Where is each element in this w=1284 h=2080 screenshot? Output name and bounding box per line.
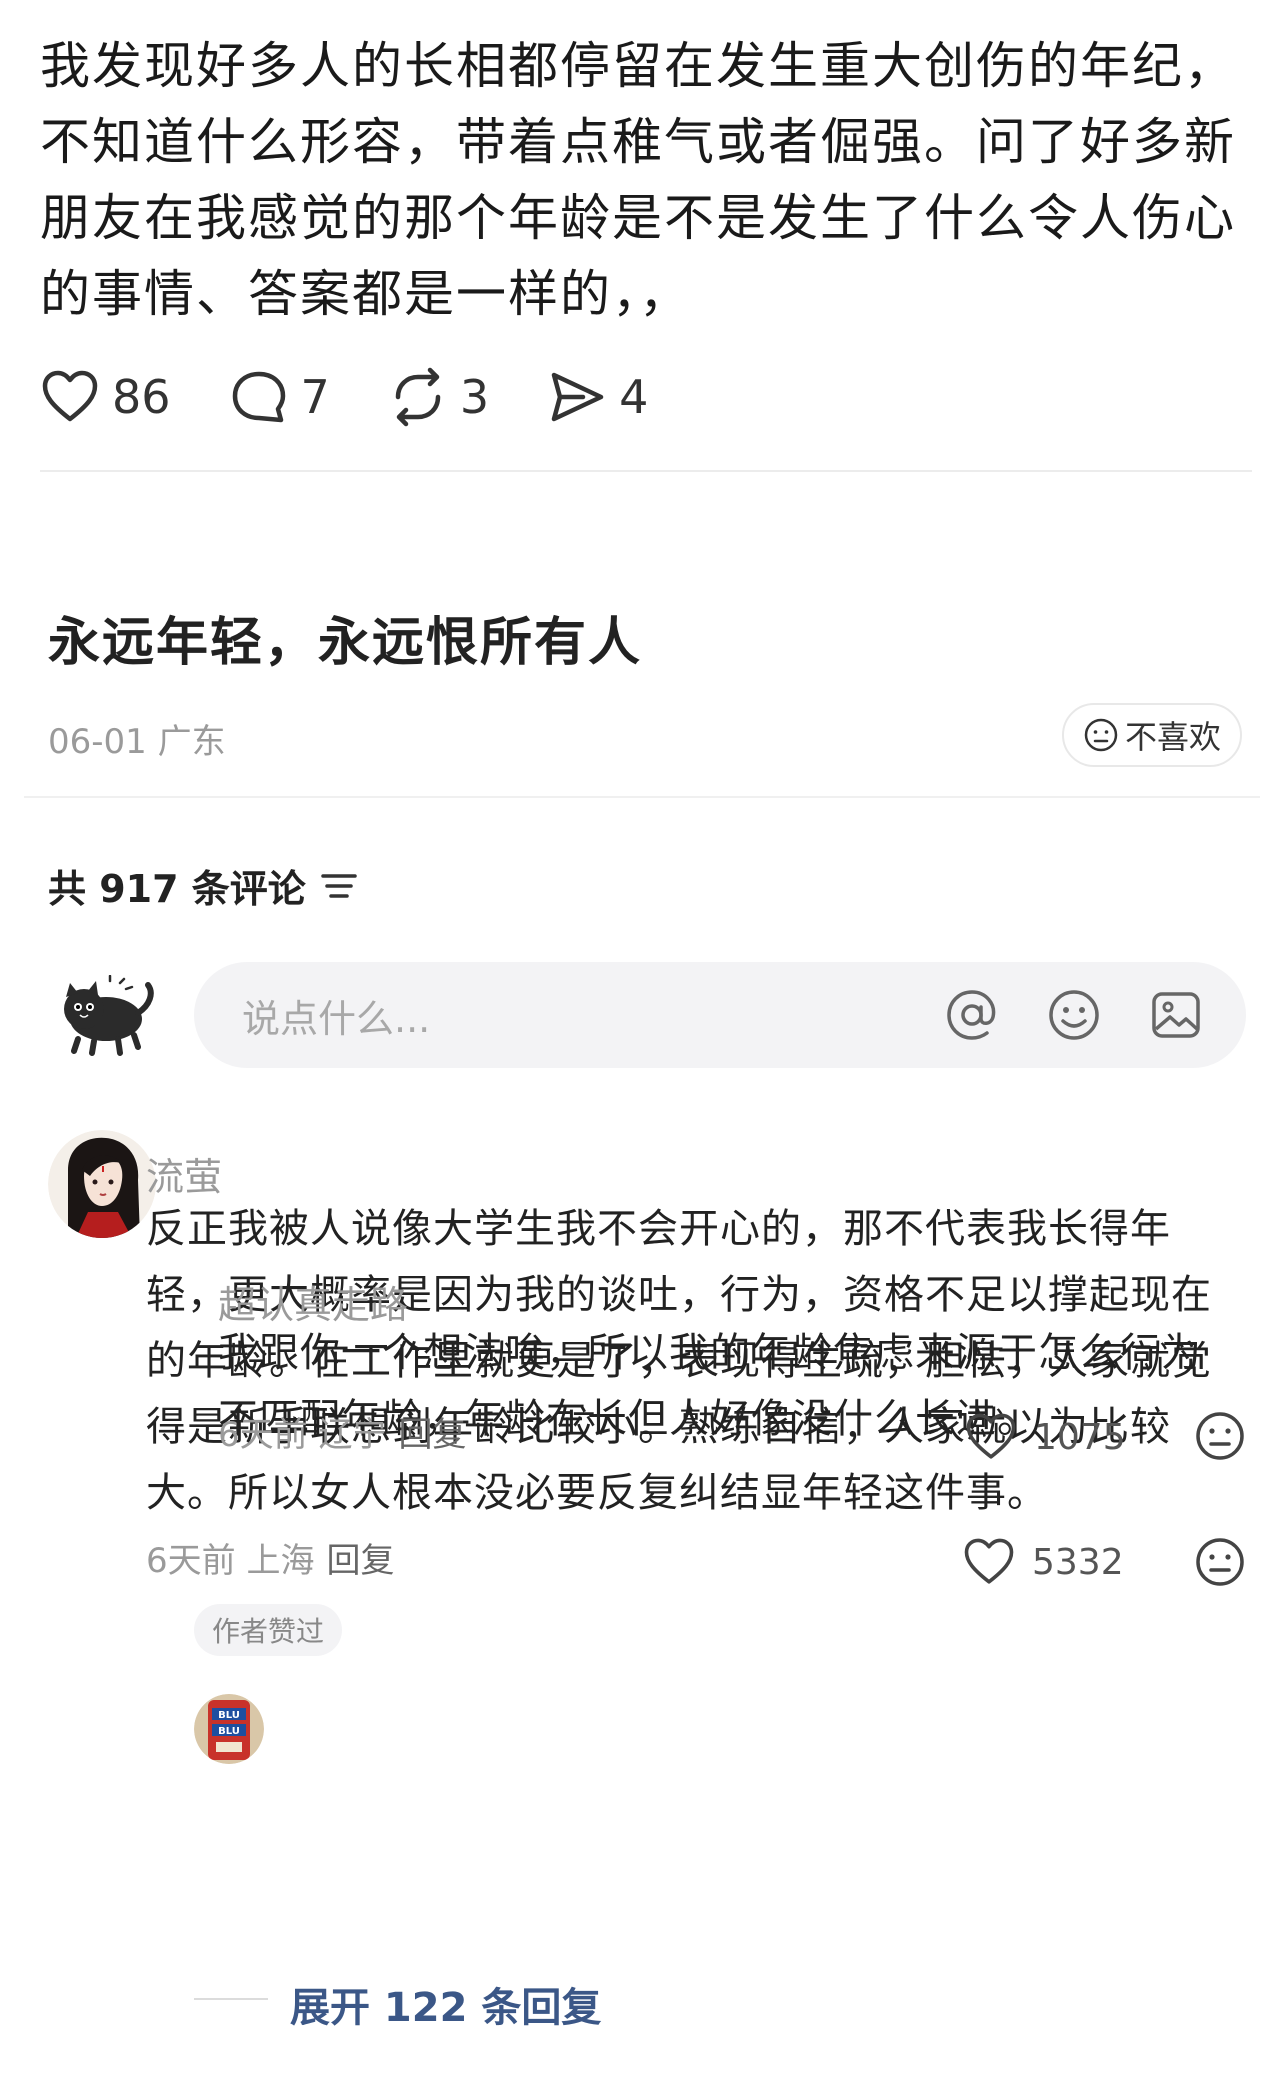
heart-icon (964, 1538, 1014, 1584)
my-avatar (50, 974, 156, 1057)
like-button[interactable]: 86 (40, 367, 171, 427)
reply-avatar[interactable]: BLU BLU (194, 1694, 264, 1764)
reply-button[interactable]: 回复 (326, 1541, 394, 1581)
author-liked-badge: 作者赞过 (194, 1604, 343, 1656)
comment-avatar[interactable] (48, 1130, 156, 1238)
comment-button[interactable]: 7 (229, 367, 330, 427)
share-icon (551, 372, 604, 422)
share-button[interactable]: 4 (547, 367, 648, 427)
expand-replies-button[interactable]: 展开 122 条回复 (290, 1975, 601, 2033)
post-text: 我发现好多人的长相都停留在发生重大创伤的年纪，不知道什么形容，带着点稚气或者倔强… (40, 37, 1236, 323)
reply-like-count: 1075 (1034, 1416, 1126, 1458)
comment-input-placeholder: 说点什么... (242, 996, 431, 1041)
emoji-icon[interactable] (1044, 985, 1104, 1045)
share-count: 4 (619, 370, 649, 424)
repost-icon (395, 367, 441, 427)
article-title: 永远年轻，永远恨所有人 (48, 613, 643, 673)
comments-count-label: 共 917 条评论 (48, 867, 306, 911)
comments-sort-toggle[interactable]: 共 917 条评论 (48, 858, 358, 913)
neutral-face-icon[interactable] (1194, 1536, 1246, 1588)
article-meta: 06-01 广东 (48, 722, 226, 762)
reply-meta: 6天前 辽宁 回复 (218, 1407, 466, 1456)
post-actions: 86 7 3 4 (40, 362, 706, 432)
svg-text:BLU: BLU (218, 1710, 240, 1721)
dislike-button[interactable]: 不喜欢 (1062, 703, 1242, 767)
divider (40, 470, 1252, 472)
comment-count: 7 (300, 370, 330, 424)
heart-icon (966, 1413, 1016, 1459)
repost-count: 3 (459, 370, 490, 424)
svg-text:BLU: BLU (218, 1726, 240, 1737)
comment-username[interactable]: 流萤 (146, 1146, 222, 1201)
comment-like-count: 5332 (1032, 1541, 1124, 1583)
at-icon[interactable] (942, 985, 1002, 1045)
comment-icon (232, 371, 285, 423)
reply-like-button[interactable]: 1075 (964, 1410, 1126, 1464)
reply-button[interactable]: 回复 (398, 1415, 466, 1455)
like-count: 86 (112, 370, 171, 424)
neutral-face-icon[interactable] (1194, 1410, 1246, 1462)
image-icon[interactable] (1146, 985, 1206, 1045)
filter-icon (321, 873, 357, 898)
expand-divider (194, 1998, 268, 2000)
comment-like-button[interactable]: 5332 (962, 1535, 1124, 1589)
repost-button[interactable]: 3 (388, 367, 489, 427)
comment-time-location: 6天前 上海 (146, 1541, 315, 1581)
dislike-label: 不喜欢 (1124, 718, 1221, 756)
comment-meta: 6天前 上海 回复 (146, 1533, 394, 1582)
neutral-face-icon (1084, 718, 1118, 752)
divider (24, 796, 1260, 798)
comment-input[interactable]: 说点什么... (194, 962, 1246, 1068)
reply-time-location: 6天前 辽宁 (218, 1415, 387, 1455)
heart-icon (42, 370, 98, 422)
